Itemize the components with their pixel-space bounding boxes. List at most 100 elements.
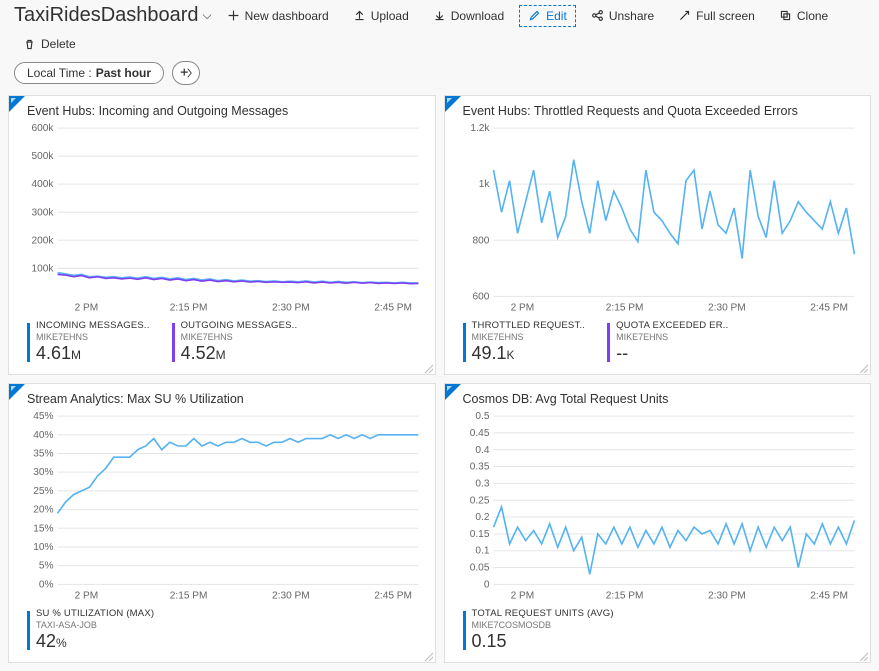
svg-text:2:15 PM: 2:15 PM xyxy=(605,591,643,602)
svg-text:800: 800 xyxy=(472,235,489,246)
time-filter-pill[interactable]: Local Time : Past hour xyxy=(14,62,164,84)
dashboard-title: TaxiRidesDashboard xyxy=(14,4,199,27)
svg-text:15%: 15% xyxy=(33,523,53,534)
svg-text:0.1: 0.1 xyxy=(475,546,489,557)
legend-name: TOTAL REQUEST UNITS (AVG) xyxy=(472,609,614,620)
filter-bar: Local Time : Past hour xyxy=(0,57,879,95)
legend-sub: MIKE7EHNS xyxy=(616,332,728,342)
svg-text:600k: 600k xyxy=(32,123,55,134)
legend: INCOMING MESSAGES..MIKE7EHNS4.61MOUTGOIN… xyxy=(9,315,435,364)
legend-sub: MIKE7EHNS xyxy=(181,332,298,342)
svg-text:2:30 PM: 2:30 PM xyxy=(708,303,746,314)
resize-handle-icon[interactable] xyxy=(423,362,433,372)
clone-button[interactable]: Clone xyxy=(770,5,837,27)
svg-text:500k: 500k xyxy=(32,151,55,162)
legend: THROTTLED REQUEST..MIKE7EHNS49.1KQUOTA E… xyxy=(445,315,871,364)
svg-text:0.4: 0.4 xyxy=(475,445,489,456)
legend-sub: MIKE7EHNS xyxy=(472,332,586,342)
svg-text:600: 600 xyxy=(472,291,489,302)
tile-menu-icon[interactable] xyxy=(9,96,25,112)
svg-text:2:30 PM: 2:30 PM xyxy=(272,591,310,602)
svg-text:0.45: 0.45 xyxy=(469,428,489,439)
legend-sub: TAXI-ASA-JOB xyxy=(36,620,154,630)
fullscreen-button[interactable]: Full screen xyxy=(669,5,764,27)
svg-text:200k: 200k xyxy=(32,235,55,246)
svg-text:2:45 PM: 2:45 PM xyxy=(810,303,848,314)
legend-item[interactable]: TOTAL REQUEST UNITS (AVG)MIKE7COSMOSDB0.… xyxy=(463,609,614,652)
tile-grid: Event Hubs: Incoming and Outgoing Messag… xyxy=(0,95,879,671)
add-filter-button[interactable] xyxy=(172,61,200,85)
delete-button[interactable]: Delete xyxy=(14,33,85,55)
legend-item[interactable]: SU % UTILIZATION (MAX)TAXI-ASA-JOB42% xyxy=(27,609,154,652)
svg-text:100k: 100k xyxy=(32,263,55,274)
svg-text:20%: 20% xyxy=(33,505,53,516)
legend-item[interactable]: INCOMING MESSAGES..MIKE7EHNS4.61M xyxy=(27,321,150,364)
legend-name: OUTGOING MESSAGES.. xyxy=(181,321,298,332)
upload-button[interactable]: Upload xyxy=(344,5,418,27)
svg-text:300k: 300k xyxy=(32,207,55,218)
resize-handle-icon[interactable] xyxy=(423,650,433,660)
chart: 00.050.10.150.20.250.30.350.40.450.52 PM… xyxy=(455,410,861,603)
legend-item[interactable]: QUOTA EXCEEDED ER..MIKE7EHNS-- xyxy=(607,321,728,364)
legend-sub: MIKE7COSMOSDB xyxy=(472,620,614,630)
svg-text:2:15 PM: 2:15 PM xyxy=(605,303,643,314)
tile-menu-icon[interactable] xyxy=(445,384,461,400)
svg-text:2 PM: 2 PM xyxy=(510,303,534,314)
tile-eventhubs-throttled[interactable]: Event Hubs: Throttled Requests and Quota… xyxy=(444,95,872,375)
dashboard-title-dropdown[interactable]: TaxiRidesDashboard ⌵ xyxy=(14,4,212,27)
legend-color-bar xyxy=(27,611,30,650)
chart: 0%5%10%15%20%25%30%35%40%45%2 PM2:15 PM2… xyxy=(19,410,425,603)
tile-stream-analytics[interactable]: Stream Analytics: Max SU % Utilization 0… xyxy=(8,383,436,663)
legend-item[interactable]: THROTTLED REQUEST..MIKE7EHNS49.1K xyxy=(463,321,586,364)
svg-text:0.05: 0.05 xyxy=(469,563,489,574)
legend-value: 4.61M xyxy=(36,343,150,364)
tile-cosmosdb[interactable]: Cosmos DB: Avg Total Request Units 0 0.05… xyxy=(444,383,872,663)
legend-color-bar xyxy=(27,323,30,362)
dashboard-toolbar: TaxiRidesDashboard ⌵ New dashboard Uploa… xyxy=(0,0,879,57)
svg-text:0.2: 0.2 xyxy=(475,512,489,523)
svg-text:2:15 PM: 2:15 PM xyxy=(170,591,208,602)
unshare-button[interactable]: Unshare xyxy=(582,5,663,27)
download-button[interactable]: Download xyxy=(424,5,513,27)
tile-menu-icon[interactable] xyxy=(445,96,461,112)
tile-title: Cosmos DB: Avg Total Request Units xyxy=(445,390,871,410)
legend: SU % UTILIZATION (MAX)TAXI-ASA-JOB42% xyxy=(9,603,435,652)
svg-text:0%: 0% xyxy=(39,579,54,590)
chart: 100k200k300k400k500k600k2 PM2:15 PM2:30 … xyxy=(19,122,425,315)
legend-value: 42% xyxy=(36,631,154,652)
new-dashboard-button[interactable]: New dashboard xyxy=(218,5,338,27)
resize-handle-icon[interactable] xyxy=(858,650,868,660)
svg-text:2:45 PM: 2:45 PM xyxy=(374,303,412,314)
edit-button[interactable]: Edit xyxy=(519,5,576,27)
svg-text:2 PM: 2 PM xyxy=(510,591,534,602)
svg-text:35%: 35% xyxy=(33,449,53,460)
tile-title: Stream Analytics: Max SU % Utilization xyxy=(9,390,435,410)
chevron-down-icon: ⌵ xyxy=(203,8,212,23)
svg-text:0.15: 0.15 xyxy=(469,529,489,540)
tile-title: Event Hubs: Throttled Requests and Quota… xyxy=(445,102,871,122)
legend-name: INCOMING MESSAGES.. xyxy=(36,321,150,332)
legend-color-bar xyxy=(607,323,610,362)
legend-color-bar xyxy=(463,323,466,362)
legend-value: 0.15 xyxy=(472,631,614,652)
svg-text:30%: 30% xyxy=(33,467,53,478)
svg-text:5%: 5% xyxy=(39,561,54,572)
legend-item[interactable]: OUTGOING MESSAGES..MIKE7EHNS4.52M xyxy=(172,321,298,364)
legend-name: THROTTLED REQUEST.. xyxy=(472,321,586,332)
svg-text:2:30 PM: 2:30 PM xyxy=(708,591,746,602)
svg-text:2:30 PM: 2:30 PM xyxy=(272,303,310,314)
legend-name: SU % UTILIZATION (MAX) xyxy=(36,609,154,620)
tile-eventhubs-messages[interactable]: Event Hubs: Incoming and Outgoing Messag… xyxy=(8,95,436,375)
svg-text:45%: 45% xyxy=(33,411,53,422)
resize-handle-icon[interactable] xyxy=(858,362,868,372)
legend-color-bar xyxy=(463,611,466,650)
svg-text:400k: 400k xyxy=(32,179,55,190)
tile-menu-icon[interactable] xyxy=(9,384,25,400)
svg-text:1.2k: 1.2k xyxy=(470,123,490,134)
tile-title: Event Hubs: Incoming and Outgoing Messag… xyxy=(9,102,435,122)
svg-text:0.5: 0.5 xyxy=(475,411,489,422)
legend-value: 49.1K xyxy=(472,343,586,364)
svg-text:0.35: 0.35 xyxy=(469,462,489,473)
svg-text:2 PM: 2 PM xyxy=(75,303,99,314)
svg-text:0: 0 xyxy=(483,579,489,590)
